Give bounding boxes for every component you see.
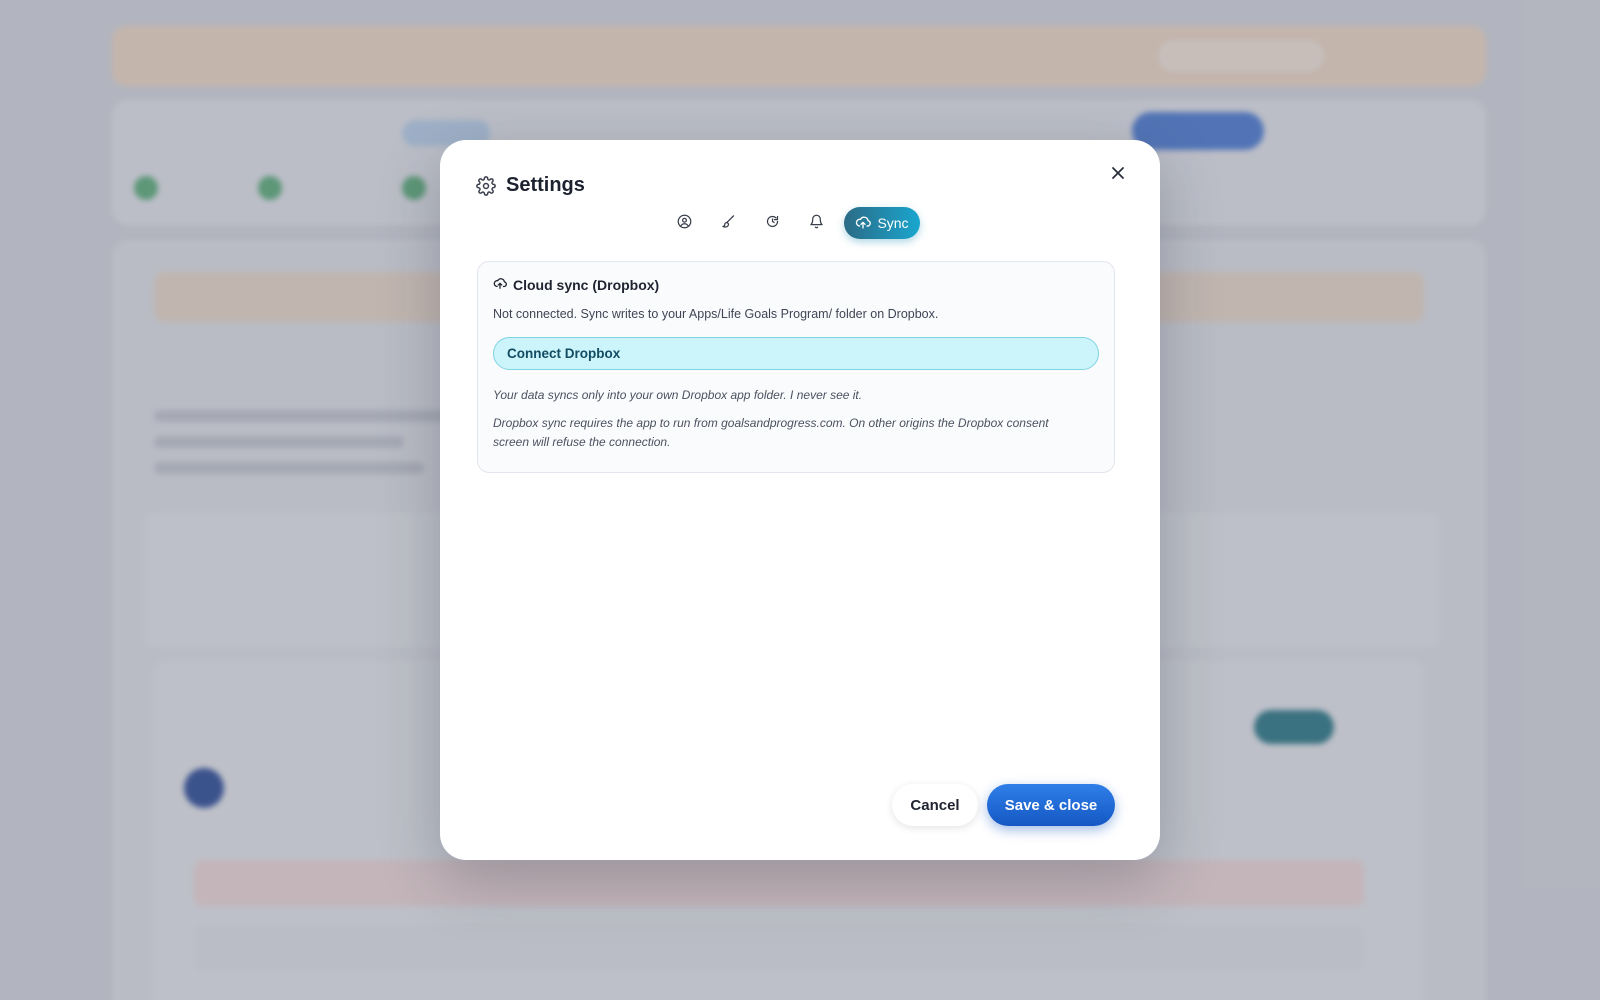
cloud-upload-icon [855,214,872,233]
bell-icon [809,214,824,232]
origin-note: Dropbox sync requires the app to run fro… [493,416,1049,449]
cloud-sync-heading: Cloud sync (Dropbox) [493,276,1099,293]
connect-dropbox-button[interactable]: Connect Dropbox [493,337,1099,370]
tab-appearance[interactable] [712,207,744,239]
close-icon [1111,166,1125,183]
gear-icon [476,175,496,196]
settings-tabs: Sync [668,206,920,240]
privacy-note: Your data syncs only into your own Dropb… [493,388,863,402]
tab-sync-label: Sync [877,215,909,231]
tab-notifications[interactable] [800,207,832,239]
cloud-sync-panel: Cloud sync (Dropbox) Not connected. Sync… [477,261,1115,473]
brush-icon [721,214,736,232]
refresh-icon [765,214,780,232]
save-close-button[interactable]: Save & close [987,784,1115,826]
sync-status-text: Not connected. Sync writes to your Apps/… [493,307,939,321]
cloud-sync-icon [493,276,507,293]
tab-profile[interactable] [668,207,700,239]
tab-sync[interactable]: Sync [844,207,920,239]
modal-title: Settings [506,174,585,196]
tab-reset[interactable] [756,207,788,239]
close-button[interactable] [1104,160,1132,188]
cloud-sync-title: Cloud sync (Dropbox) [513,276,660,293]
cancel-button[interactable]: Cancel [892,784,978,826]
settings-modal: Settings Sync Cloud sync (Dropbox) Not c… [440,140,1160,860]
user-circle-icon [677,214,692,232]
modal-header: Settings [476,174,585,197]
